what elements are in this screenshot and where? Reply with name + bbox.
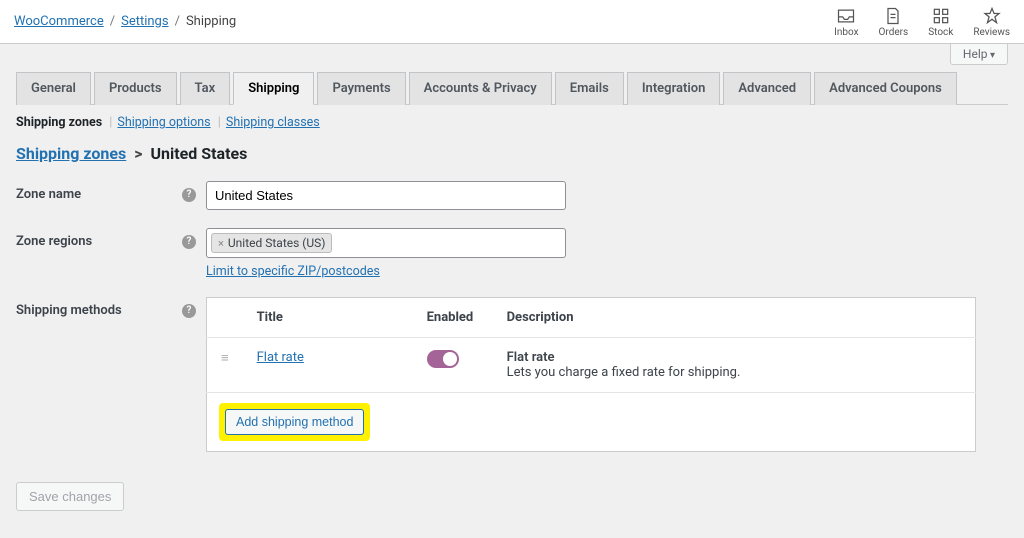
star-icon [982,6,1002,26]
highlight-box: Add shipping method [219,403,370,441]
inbox-icon [836,6,856,26]
table-row: ≡ Flat rate Flat rate Lets you charge a … [207,338,976,393]
tab-advanced-coupons[interactable]: Advanced Coupons [814,72,957,105]
zone-trail: Shipping zones > United States [16,144,1008,163]
tab-payments[interactable]: Payments [317,72,405,105]
breadcrumb-settings[interactable]: Settings [121,14,168,29]
tab-products[interactable]: Products [94,72,177,105]
tab-emails[interactable]: Emails [555,72,624,105]
breadcrumb-sep: / [175,14,180,29]
drag-handle-icon[interactable]: ≡ [207,338,243,393]
limit-postcodes-link[interactable]: Limit to specific ZIP/postcodes [206,264,380,279]
zone-name-label: Zone name [16,187,81,202]
breadcrumb-sep: / [110,14,115,29]
method-title-link[interactable]: Flat rate [257,350,304,365]
tab-tax[interactable]: Tax [180,72,231,105]
shipping-methods-table: Title Enabled Description ≡ Flat rate Fl… [206,297,976,452]
breadcrumb-root[interactable]: WooCommerce [14,14,104,29]
help-icon[interactable]: ? [182,188,196,202]
tab-advanced[interactable]: Advanced [723,72,811,105]
tab-shipping[interactable]: Shipping [233,72,314,105]
tab-general[interactable]: General [16,72,91,105]
shipping-subnav: Shipping zones | Shipping options | Ship… [16,115,1008,130]
method-desc-body: Lets you charge a fixed rate for shippin… [507,365,961,380]
grid-icon [931,6,951,26]
col-title: Title [243,298,413,338]
zone-regions-input[interactable]: × United States (US) [206,228,566,258]
breadcrumb-current: Shipping [186,14,236,29]
tab-accounts-privacy[interactable]: Accounts & Privacy [409,72,552,105]
shipping-methods-label: Shipping methods [16,303,122,318]
stock-button[interactable]: Stock [928,6,953,38]
document-icon [883,6,903,26]
reviews-button[interactable]: Reviews [973,6,1010,38]
orders-button[interactable]: Orders [879,6,909,38]
inbox-button[interactable]: Inbox [834,6,858,38]
region-tag: × United States (US) [211,233,332,253]
subnav-options[interactable]: Shipping options [117,115,210,130]
help-tab[interactable]: Help [950,44,1008,65]
method-desc-title: Flat rate [507,350,961,365]
subnav-zones[interactable]: Shipping zones [16,115,102,130]
enabled-toggle[interactable] [427,350,459,368]
zone-trail-root[interactable]: Shipping zones [16,144,126,163]
help-icon[interactable]: ? [182,235,196,249]
breadcrumb: WooCommerce / Settings / Shipping [14,14,236,29]
tab-integration[interactable]: Integration [627,72,721,105]
subnav-classes[interactable]: Shipping classes [226,115,320,130]
col-enabled: Enabled [413,298,493,338]
add-shipping-method-button[interactable]: Add shipping method [225,409,364,435]
help-icon[interactable]: ? [182,304,196,318]
remove-tag-icon[interactable]: × [218,237,224,250]
col-description: Description [493,298,976,338]
settings-tabs: General Products Tax Shipping Payments A… [16,72,1008,105]
zone-regions-label: Zone regions [16,234,92,249]
zone-trail-current: United States [150,144,247,163]
save-changes-button[interactable]: Save changes [16,482,124,511]
zone-name-input[interactable] [206,181,566,210]
